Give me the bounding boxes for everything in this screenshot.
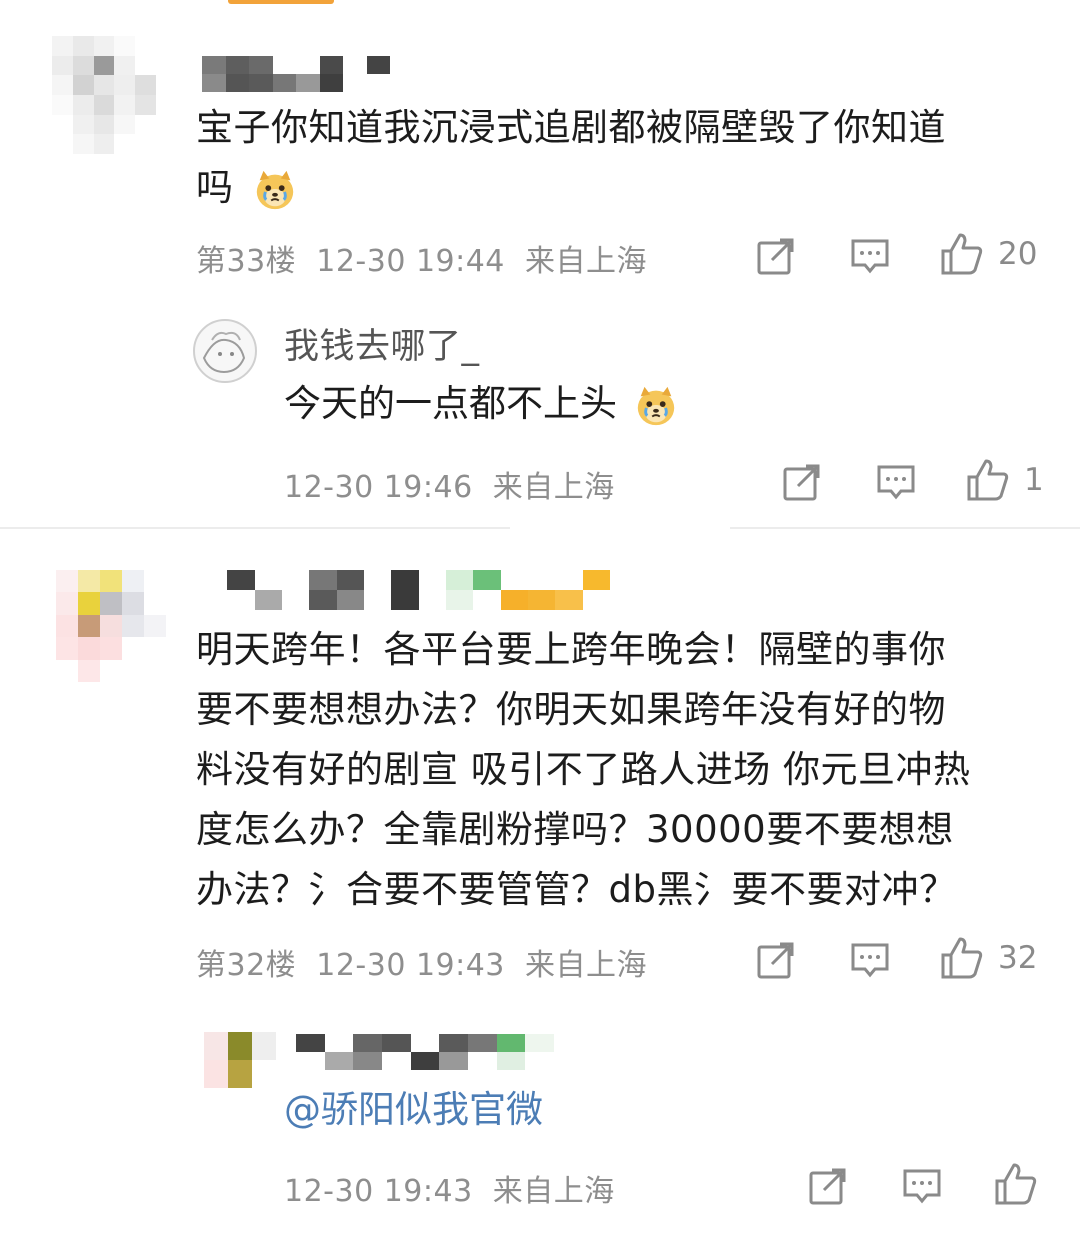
share-button[interactable] (808, 1166, 848, 1206)
comment-text-line: 要不要想想办法？你明天如果跨年没有好的物 (196, 688, 946, 731)
reply-text: 今天的一点都不上头 (284, 382, 617, 425)
comment-text-line: 明天跨年！各平台要上跨年晚会！隔壁的事你 (196, 628, 946, 671)
location: 来自上海 (524, 244, 647, 279)
comment-content: 明天跨年！各平台要上跨年晚会！隔壁的事你 要不要想想办法？你明天如果跨年没有好的… (196, 620, 1056, 920)
comment-button[interactable] (902, 1166, 942, 1206)
like-count: 32 (998, 940, 1038, 976)
share-button[interactable] (756, 236, 796, 276)
comment-text-line: 度怎么办？全靠剧粉撑吗？30000要不要想想 (196, 808, 954, 851)
username-redacted[interactable] (296, 1034, 554, 1070)
comment-text-line: 办法？氵合要不要管管？db黑氵要不要对冲？ (196, 868, 957, 911)
timestamp: 12-30 19:44 (316, 244, 505, 279)
comment-button[interactable] (850, 236, 890, 276)
comment-button[interactable] (876, 462, 916, 502)
avatar[interactable] (52, 36, 156, 154)
avatar[interactable] (56, 570, 166, 682)
comment-text-line: 吗 (196, 166, 234, 209)
avatar[interactable] (204, 1032, 276, 1088)
divider (730, 527, 1080, 529)
share-icon (757, 942, 794, 979)
comment-text-line: 料没有好的剧宣 吸引不了路人进场 你元旦冲热 (196, 748, 971, 791)
reply-meta: 12-30 19:43 来自上海 (284, 1166, 615, 1210)
top-accent-bar (228, 0, 334, 4)
mention-link[interactable]: @骄阳似我官微 (284, 1088, 543, 1131)
share-icon (809, 1168, 846, 1205)
timestamp: 12-30 19:43 (316, 948, 505, 983)
thumbs-up-icon (941, 937, 983, 979)
comment-button[interactable] (850, 940, 890, 980)
comment-content: 宝子你知道我沉浸式追剧都被隔壁毁了你知道 吗 (196, 98, 1046, 218)
crying-dog-emoji (256, 170, 293, 209)
like-button[interactable] (994, 1162, 1038, 1206)
like-button[interactable]: 1 (966, 458, 1044, 502)
avatar[interactable] (192, 318, 258, 384)
floor-number: 第32楼 (196, 948, 297, 983)
thumbs-up-icon (967, 459, 1009, 501)
share-icon (757, 238, 794, 275)
comment-icon (851, 943, 889, 978)
location: 来自上海 (524, 948, 647, 983)
share-button[interactable] (782, 462, 822, 502)
floor-number: 第33楼 (196, 244, 297, 279)
share-button[interactable] (756, 940, 796, 980)
comment-icon (877, 465, 915, 500)
timestamp: 12-30 19:46 (284, 470, 473, 505)
reply-content: 今天的一点都不上头 (284, 374, 679, 434)
username-redacted[interactable] (200, 570, 610, 610)
comment-icon (851, 239, 889, 274)
reply-username[interactable]: 我钱去哪了_ (284, 318, 480, 369)
reply-meta: 12-30 19:46 来自上海 (284, 462, 615, 506)
comment-text-line: 宝子你知道我沉浸式追剧都被隔壁毁了你知道 (196, 106, 946, 149)
crying-dog-emoji (637, 386, 674, 425)
divider (0, 527, 510, 529)
comment-meta: 第33楼 12-30 19:44 来自上海 (196, 236, 647, 280)
thumbs-up-icon (941, 233, 983, 275)
username-redacted[interactable] (202, 56, 390, 92)
location: 来自上海 (492, 1174, 615, 1209)
reply-content: @骄阳似我官微 (284, 1080, 543, 1147)
location: 来自上海 (492, 470, 615, 505)
comment-icon (903, 1169, 941, 1204)
thumbs-up-icon (995, 1163, 1037, 1205)
like-count: 20 (998, 236, 1038, 272)
like-count: 1 (1024, 462, 1044, 498)
like-button[interactable]: 32 (940, 936, 1037, 980)
share-icon (783, 464, 820, 501)
timestamp: 12-30 19:43 (284, 1174, 473, 1209)
like-button[interactable]: 20 (940, 232, 1037, 276)
comment-meta: 第32楼 12-30 19:43 来自上海 (196, 940, 647, 984)
